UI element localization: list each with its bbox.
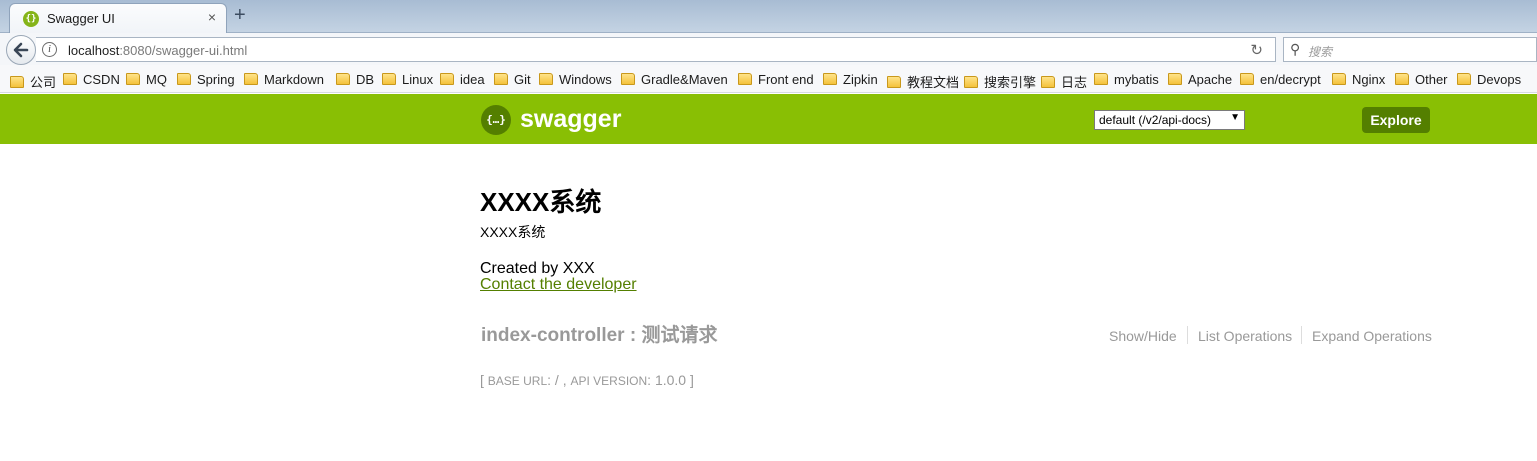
folder-icon xyxy=(63,73,77,85)
bookmark-folder[interactable]: Linux xyxy=(382,72,433,87)
folder-icon xyxy=(1168,73,1182,85)
bookmark-folder[interactable]: Windows xyxy=(539,72,612,87)
folder-icon xyxy=(440,73,454,85)
bookmark-folder[interactable]: Markdown xyxy=(244,72,324,87)
search-icon: ⚲ xyxy=(1290,41,1301,57)
folder-icon xyxy=(539,73,553,85)
bookmark-folder[interactable]: Zipkin xyxy=(823,72,878,87)
bookmark-folder[interactable]: Other xyxy=(1395,72,1448,87)
folder-icon xyxy=(621,73,635,85)
show-hide-link[interactable]: Show/Hide xyxy=(1109,328,1177,344)
back-arrow-icon xyxy=(13,42,29,58)
explore-button[interactable]: Explore xyxy=(1362,107,1430,133)
bookmark-folder[interactable]: Nginx xyxy=(1332,72,1385,87)
bookmark-folder[interactable]: Apache xyxy=(1168,72,1232,87)
resource-title[interactable]: index-controller : 测试请求 xyxy=(481,320,717,347)
folder-icon xyxy=(494,73,508,85)
bookmark-folder[interactable]: Devops xyxy=(1457,72,1521,87)
swagger-header: {…} swagger default (/v2/api-docs) ▼ Exp… xyxy=(0,94,1537,144)
list-operations-link[interactable]: List Operations xyxy=(1198,328,1292,344)
search-bar[interactable]: ⚲ 搜索 xyxy=(1283,37,1537,62)
site-info-icon[interactable]: i xyxy=(42,42,57,57)
folder-icon xyxy=(382,73,396,85)
swagger-logo-icon[interactable]: {…} xyxy=(481,105,511,135)
expand-operations-link[interactable]: Expand Operations xyxy=(1312,328,1432,344)
contact-developer-link[interactable]: Contact the developer xyxy=(480,276,637,294)
bookmark-folder[interactable]: 公司 xyxy=(10,72,56,91)
base-url-value: : / , xyxy=(547,372,567,388)
browser-tab-strip: {} Swagger UI × + xyxy=(0,0,1537,34)
folder-icon xyxy=(1332,73,1346,85)
browser-navbar: i localhost:8080/swagger-ui.html ↻ ⚲ 搜索 xyxy=(0,33,1537,65)
folder-icon xyxy=(738,73,752,85)
folder-icon xyxy=(1395,73,1409,85)
folder-icon xyxy=(177,73,191,85)
api-version-label: API VERSION xyxy=(570,374,648,388)
tab-title: Swagger UI xyxy=(47,11,115,26)
bookmark-folder[interactable]: 日志 xyxy=(1041,72,1087,91)
url-host: localhost xyxy=(68,43,120,58)
folder-icon xyxy=(1240,73,1254,85)
bookmark-folder[interactable]: 教程文档 xyxy=(887,72,959,91)
bookmark-folder[interactable]: en/decrypt xyxy=(1240,72,1321,87)
separator xyxy=(1187,326,1188,344)
reload-icon[interactable]: ↻ xyxy=(1250,41,1263,59)
folder-icon xyxy=(336,73,350,85)
bookmark-folder[interactable]: DB xyxy=(336,72,374,87)
new-tab-button[interactable]: + xyxy=(234,4,246,27)
swagger-favicon-icon: {} xyxy=(23,11,39,27)
folder-icon xyxy=(1457,73,1471,85)
api-version-value: : 1.0.0 ] xyxy=(647,372,694,388)
close-tab-icon[interactable]: × xyxy=(208,9,216,25)
bookmark-folder[interactable]: Spring xyxy=(177,72,235,87)
browser-tab[interactable]: {} Swagger UI × xyxy=(9,3,227,34)
api-spec-select[interactable]: default (/v2/api-docs) ▼ xyxy=(1094,110,1245,130)
bookmark-folder[interactable]: Front end xyxy=(738,72,814,87)
folder-icon xyxy=(126,73,140,85)
bookmark-folder[interactable]: mybatis xyxy=(1094,72,1159,87)
swagger-brand[interactable]: swagger xyxy=(520,105,621,134)
bookmark-folder[interactable]: idea xyxy=(440,72,485,87)
folder-icon xyxy=(1041,76,1055,88)
back-button[interactable] xyxy=(6,35,36,65)
folder-icon xyxy=(10,76,24,88)
open-bracket: [ xyxy=(480,372,484,388)
api-base-info: [ BASE URL: / , API VERSION: 1.0.0 ] xyxy=(480,372,694,388)
url-text[interactable]: localhost:8080/swagger-ui.html xyxy=(68,43,247,58)
folder-icon xyxy=(823,73,837,85)
bookmark-folder[interactable]: Gradle&Maven xyxy=(621,72,728,87)
api-description: XXXX系统 xyxy=(480,224,546,240)
folder-icon xyxy=(1094,73,1108,85)
bookmarks-bar: 公司 CSDN MQ Spring Markdown DB Linux idea… xyxy=(0,65,1537,93)
bookmark-folder[interactable]: Git xyxy=(494,72,531,87)
url-path: :8080/swagger-ui.html xyxy=(119,43,248,58)
url-bar[interactable]: i localhost:8080/swagger-ui.html ↻ xyxy=(36,37,1276,62)
bookmark-folder[interactable]: CSDN xyxy=(63,72,120,87)
folder-icon xyxy=(244,73,258,85)
bookmark-folder[interactable]: MQ xyxy=(126,72,167,87)
bookmark-folder[interactable]: 搜索引擎 xyxy=(964,72,1036,91)
folder-icon xyxy=(964,76,978,88)
dropdown-arrow-icon: ▼ xyxy=(1230,112,1240,123)
separator xyxy=(1301,326,1302,344)
search-placeholder: 搜索 xyxy=(1308,45,1333,59)
folder-icon xyxy=(887,76,901,88)
api-spec-selected: default (/v2/api-docs) xyxy=(1099,113,1212,127)
base-url-label: BASE URL xyxy=(487,374,548,388)
api-title: XXXX系统 xyxy=(480,187,602,217)
